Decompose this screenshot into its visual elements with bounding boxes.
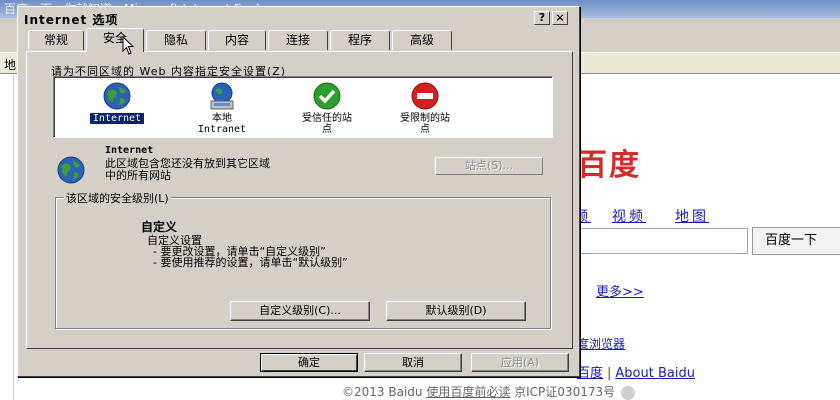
default-level-button[interactable]: 默认级别(D) [386,301,526,321]
tab-general[interactable]: 常规 [28,30,84,50]
zone-trusted-sites[interactable]: 受信任的站 点 [282,81,372,135]
zone-restricted-sites[interactable]: 受限制的站 点 [380,81,470,135]
zone-trusted-label-1: 受信任的站 [302,113,352,124]
search-button[interactable]: 百度一下 [752,227,840,255]
tab-advanced[interactable]: 高级 [392,30,452,50]
local-intranet-icon [210,82,234,110]
mouse-cursor-icon [122,36,135,55]
close-button[interactable]: × [552,11,568,25]
nav-link-video[interactable]: 视频 [612,206,646,226]
browser-left-edge [0,75,14,400]
address-label: 地 [4,58,17,72]
custom-level-button[interactable]: 自定义级别(C)... [230,301,370,321]
about-baidu-cn-link[interactable]: 百度 [577,366,603,381]
footer-terms-link[interactable]: 使用百度前必读 [426,385,510,399]
cancel-button[interactable]: 取消 [364,353,462,372]
apply-button[interactable]: 应用(A) [471,353,569,372]
zone-description-line-2: 中的所有网站 [105,169,171,182]
zone-description: 此区域包含您还没有放到其它区域 中的所有网站 [105,158,375,182]
security-tab-panel: 请为不同区域的 Web 内容指定安全设置(Z) Internet 本地 Intr… [26,51,573,349]
baidu-logo: 百度 [577,148,641,183]
zone-local-label-2: Intranet [197,124,247,135]
internet-options-dialog: Internet 选项 ? × 常规 安全 隐私 内容 连接 程序 高级 请为不… [17,6,580,377]
about-separator: | [607,366,612,381]
restricted-sites-icon [411,82,439,110]
help-button[interactable]: ? [534,11,550,25]
footer-icp: 京ICP证030173号 [510,385,616,399]
zone-restricted-label-1: 受限制的站 [400,113,450,124]
tab-connections[interactable]: 连接 [268,30,328,50]
police-badge-icon [621,385,636,400]
search-input[interactable] [576,228,748,254]
tab-content[interactable]: 内容 [208,30,266,50]
zone-local-label-1: 本地 [212,113,232,124]
zone-description-title: Internet [105,145,154,156]
ok-button[interactable]: 确定 [260,353,358,372]
zone-internet[interactable]: Internet [82,81,152,124]
security-level-line-3: - 要使用推荐的设置，请单击“默认级别” [153,256,348,269]
zone-list[interactable]: Internet 本地 Intranet 受信任的站 点 受限制的站 点 [53,76,553,138]
dialog-title-bar[interactable]: Internet 选项 ? × [20,9,577,27]
tab-programs[interactable]: 程序 [330,30,390,50]
security-level-group-label: 该区域的安全级别(L) [64,190,171,206]
about-baidu-en-link[interactable]: About Baidu [615,366,695,381]
about-row: 百度 | About Baidu [577,362,695,381]
dialog-title: Internet 选项 [24,13,119,27]
footer-copyright: ©2013 Baidu [342,385,427,399]
globe-icon [103,82,131,110]
security-level-group: 该区域的安全级别(L) 自定义 自定义设置 - 要更改设置，请单击“自定义级别”… [55,190,551,329]
more-link[interactable]: 更多>> [596,281,644,300]
tab-privacy[interactable]: 隐私 [146,30,206,50]
trusted-sites-icon [313,82,341,110]
baidu-browser-link[interactable]: 度浏览器 [577,335,625,352]
sites-button[interactable]: 站点(S)... [435,157,543,175]
zone-restricted-label-2: 点 [420,124,430,135]
globe-icon [57,156,85,184]
nav-link-map[interactable]: 地图 [675,206,709,226]
zone-local-intranet[interactable]: 本地 Intranet [182,81,262,135]
zone-trusted-label-2: 点 [322,124,332,135]
zone-internet-label: Internet [89,113,145,124]
page-footer: ©2013 Baidu 使用百度前必读 京ICP证030173号 [342,383,636,400]
